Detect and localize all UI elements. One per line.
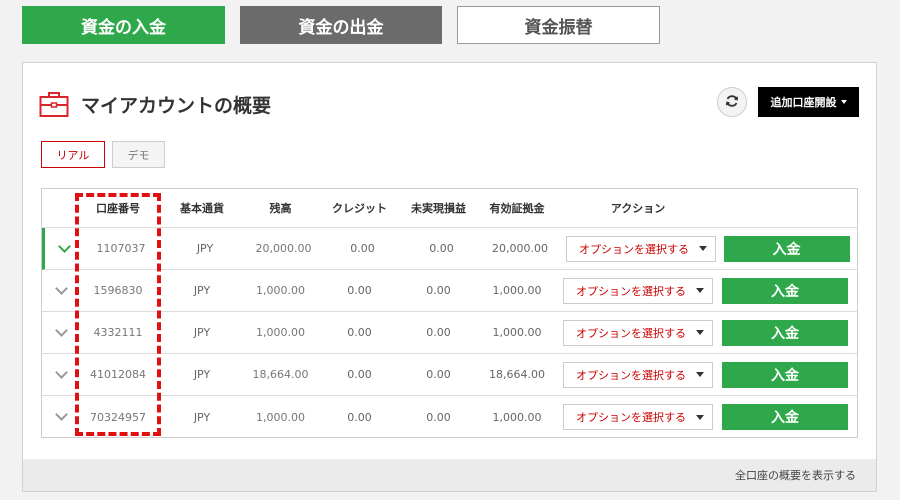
table-row: 4332111 JPY 1,000.00 0.00 0.00 1,000.00 … (42, 312, 857, 354)
table-header: 口座番号 基本通貨 残高 クレジット 未実現損益 有効証拠金 アクション (42, 189, 857, 228)
credit: 0.00 (350, 242, 375, 255)
card-header: マイアカウントの概要 (39, 87, 271, 121)
header-equity: 有効証拠金 (489, 202, 545, 215)
action-select-label: オプションを選択する (576, 411, 686, 424)
account-number: 41012084 (90, 368, 146, 381)
equity: 20,000.00 (492, 242, 548, 255)
balance: 1,000.00 (256, 284, 305, 297)
card-footer: 全口座の概要を表示する (23, 459, 876, 491)
account-number: 1596830 (93, 284, 143, 297)
balance: 20,000.00 (255, 242, 312, 255)
action-select-label: オプションを選択する (576, 326, 686, 340)
deposit-tab[interactable]: 資金の入金 (22, 6, 225, 44)
caret-down-icon (696, 414, 704, 420)
credit: 0.00 (347, 410, 372, 424)
unrealized-pl: 0.00 (426, 368, 451, 381)
expand-row-toggle[interactable] (42, 323, 80, 337)
balance: 1,000.00 (256, 326, 305, 339)
account-number: 1107037 (96, 242, 146, 255)
top-tabs: 資金の入金 資金の出金 資金振替 (22, 6, 660, 44)
deposit-button[interactable]: 入金 (723, 235, 850, 262)
account-number: 4332111 (93, 326, 143, 339)
unrealized-pl: 0.00 (429, 242, 454, 255)
table-row: 1596830 JPY 1,000.00 0.00 0.00 1,000.00 … (42, 270, 857, 312)
caret-down-icon (840, 100, 847, 104)
expand-row-toggle[interactable] (45, 239, 83, 253)
expand-row-toggle[interactable] (42, 281, 80, 295)
action-select[interactable]: オプションを選択する (563, 277, 713, 304)
table-row: 70324957 JPY 1,000.00 0.00 0.00 1,000.00… (42, 396, 857, 438)
expand-row-toggle[interactable] (42, 365, 80, 379)
accounts-table: 口座番号 基本通貨 残高 クレジット 未実現損益 有効証拠金 アクション 110… (41, 188, 858, 438)
caret-down-icon (696, 372, 704, 377)
header-unrealized-pl: 未実現損益 (411, 202, 466, 215)
base-currency: JPY (193, 326, 211, 339)
credit: 0.00 (347, 368, 372, 381)
caret-down-icon (696, 330, 704, 335)
base-currency: JPY (193, 284, 211, 297)
transfer-tab[interactable]: 資金振替 (457, 6, 660, 44)
chevron-down-icon (54, 281, 68, 295)
chevron-down-icon (54, 365, 68, 379)
balance: 18,664.00 (252, 368, 309, 381)
credit: 0.00 (347, 284, 372, 297)
caret-down-icon (696, 288, 704, 293)
base-currency: JPY (193, 410, 211, 424)
add-account-button[interactable]: 追加口座開設 (758, 87, 859, 117)
deposit-button[interactable]: 入金 (722, 404, 848, 430)
view-all-accounts-link[interactable]: 全口座の概要を表示する (735, 467, 856, 483)
base-currency: JPY (196, 242, 214, 255)
header-balance: 残高 (269, 202, 292, 215)
header-account-number: 口座番号 (96, 202, 140, 215)
action-select-label: オプションを選択する (576, 284, 686, 298)
page-title: マイアカウントの概要 (81, 94, 272, 117)
deposit-button[interactable]: 入金 (722, 319, 848, 346)
credit: 0.00 (347, 326, 372, 339)
action-select[interactable]: オプションを選択する (563, 361, 713, 388)
action-select[interactable]: オプションを選択する (563, 319, 713, 346)
add-account-label: 追加口座開設 (770, 96, 837, 109)
header-action: アクション (610, 202, 666, 215)
equity: 1,000.00 (492, 284, 542, 297)
caret-down-icon (699, 246, 707, 251)
account-number: 70324957 (90, 410, 146, 424)
balance: 1,000.00 (256, 410, 305, 424)
unrealized-pl: 0.00 (426, 326, 451, 339)
action-select-label: オプションを選択する (576, 368, 686, 382)
equity: 18,664.00 (489, 368, 545, 381)
table-row: 1107037 JPY 20,000.00 0.00 0.00 20,000.0… (42, 228, 857, 270)
action-select-label: オプションを選択する (579, 242, 689, 256)
action-select[interactable]: オプションを選択する (563, 404, 713, 430)
unrealized-pl: 0.00 (426, 284, 451, 297)
expand-row-toggle[interactable] (42, 408, 80, 421)
briefcase-icon (39, 90, 69, 118)
header-base-currency: 基本通貨 (180, 202, 224, 215)
header-credit: クレジット (332, 202, 387, 215)
refresh-button[interactable] (717, 87, 747, 117)
chevron-down-icon (57, 239, 71, 253)
tab-demo[interactable]: デモ (112, 141, 165, 168)
unrealized-pl: 0.00 (426, 410, 451, 424)
table-row: 41012084 JPY 18,664.00 0.00 0.00 18,664.… (42, 354, 857, 396)
chevron-down-icon (54, 323, 68, 337)
tab-real[interactable]: リアル (41, 141, 105, 168)
equity: 1,000.00 (492, 410, 542, 424)
action-select[interactable]: オプションを選択する (566, 235, 716, 262)
equity: 1,000.00 (492, 326, 542, 339)
mode-tabs: リアル デモ (41, 141, 165, 168)
account-overview-card: マイアカウントの概要 追加口座開設 リアル デモ 口座番号 基本通貨 残高 クレ… (22, 62, 877, 492)
deposit-button[interactable]: 入金 (722, 361, 848, 388)
chevron-down-icon (54, 408, 68, 421)
refresh-icon (725, 93, 739, 112)
withdraw-tab[interactable]: 資金の出金 (240, 6, 442, 44)
base-currency: JPY (193, 368, 211, 381)
deposit-button[interactable]: 入金 (722, 277, 848, 304)
